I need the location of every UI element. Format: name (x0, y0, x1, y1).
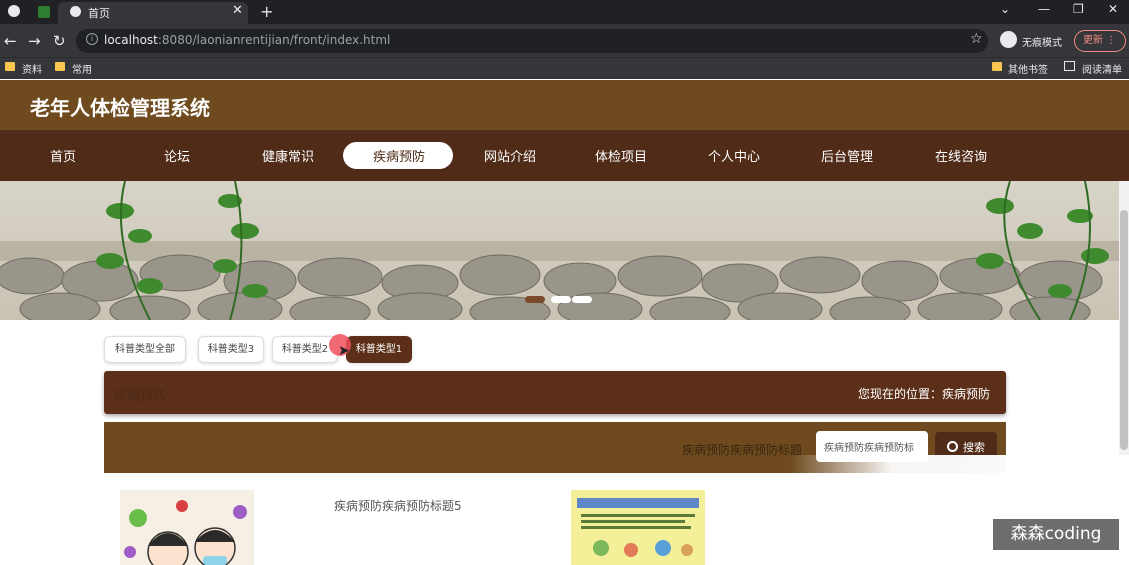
nav-disease-prevention[interactable]: 疾病预防 (373, 146, 425, 165)
watermark: 森森coding (993, 519, 1119, 550)
nav-forum[interactable]: 论坛 (164, 146, 190, 165)
reload-icon[interactable]: ↻ (53, 32, 66, 50)
restore-icon[interactable]: ❐ (1073, 2, 1084, 16)
search-icon (947, 441, 958, 452)
section-title: 疾病预防 (114, 389, 167, 404)
category-1-button[interactable]: 科普类型1 (346, 336, 412, 363)
nav-online-consult[interactable]: 在线咨询 (935, 146, 987, 165)
back-icon[interactable]: ← (4, 32, 17, 50)
bookmark-item[interactable]: 其他书签 (1008, 61, 1048, 76)
card-poster (571, 490, 705, 565)
reading-list-icon (1064, 61, 1075, 71)
globe-icon (70, 6, 81, 17)
info-icon[interactable]: i (86, 33, 98, 45)
breadcrumb: 您现在的位置：疾病预防 (858, 387, 991, 401)
forward-icon[interactable]: → (28, 32, 41, 50)
star-icon[interactable]: ☆ (970, 31, 983, 47)
nav-admin[interactable]: 后台管理 (821, 146, 873, 165)
chevron-down-icon[interactable]: ⌄ (1000, 2, 1010, 16)
tab-title: 首页 (88, 7, 110, 20)
bookmarks-bar (0, 57, 1129, 79)
nav-health-knowledge[interactable]: 健康常识 (262, 146, 314, 165)
folder-icon (55, 62, 65, 71)
search-label: 疾病预防疾病预防标题 (682, 443, 803, 457)
category-3-button[interactable]: 科普类型3 (198, 336, 264, 363)
carousel-dot-1[interactable] (525, 296, 545, 303)
browser-tab[interactable] (58, 2, 248, 24)
browser-menu-icon[interactable] (8, 5, 20, 17)
card-image[interactable] (571, 490, 705, 565)
url-path: :8080/laonianrentijian/front/index.html (157, 33, 391, 47)
nav-checkup-items[interactable]: 体检项目 (595, 146, 647, 165)
scrollbar-thumb[interactable] (1120, 210, 1128, 450)
folder-icon (5, 62, 15, 71)
card-image[interactable] (120, 490, 254, 565)
new-tab-button[interactable]: + (260, 2, 273, 21)
close-window-icon[interactable]: ✕ (1108, 2, 1118, 16)
category-2-button[interactable]: 科普类型2 (272, 336, 338, 363)
update-button[interactable]: 更新 ⋮ (1074, 30, 1126, 52)
folder-icon (992, 62, 1002, 71)
mouse-cursor-icon: ➤ (338, 343, 350, 359)
card-illustration (120, 490, 254, 565)
close-tab-icon[interactable]: ✕ (232, 3, 243, 18)
bookmark-item[interactable]: 资料 (22, 61, 42, 76)
nav-site-intro[interactable]: 网站介绍 (484, 146, 536, 165)
bookmark-item[interactable]: 常用 (72, 61, 92, 76)
nav-home[interactable]: 首页 (50, 146, 76, 165)
minimize-icon[interactable]: — (1038, 2, 1050, 16)
app-tab-icon[interactable] (38, 6, 50, 18)
nav-personal-center[interactable]: 个人中心 (708, 146, 760, 165)
carousel-dot-3[interactable] (572, 296, 592, 303)
incognito-icon[interactable] (1000, 31, 1017, 48)
carousel-dot-2[interactable] (551, 296, 571, 303)
site-title: 老年人体检管理系统 (30, 96, 210, 120)
url-text[interactable]: localhost:8080/laonianrentijian/front/in… (104, 33, 390, 47)
bookmark-item[interactable]: 阅读清单 (1082, 61, 1122, 76)
category-all-button[interactable]: 科普类型全部 (104, 336, 186, 363)
incognito-label[interactable]: 无痕模式 (1022, 34, 1062, 49)
card-title[interactable]: 疾病预防疾病预防标题5 (334, 497, 462, 514)
url-host: localhost (104, 33, 158, 47)
